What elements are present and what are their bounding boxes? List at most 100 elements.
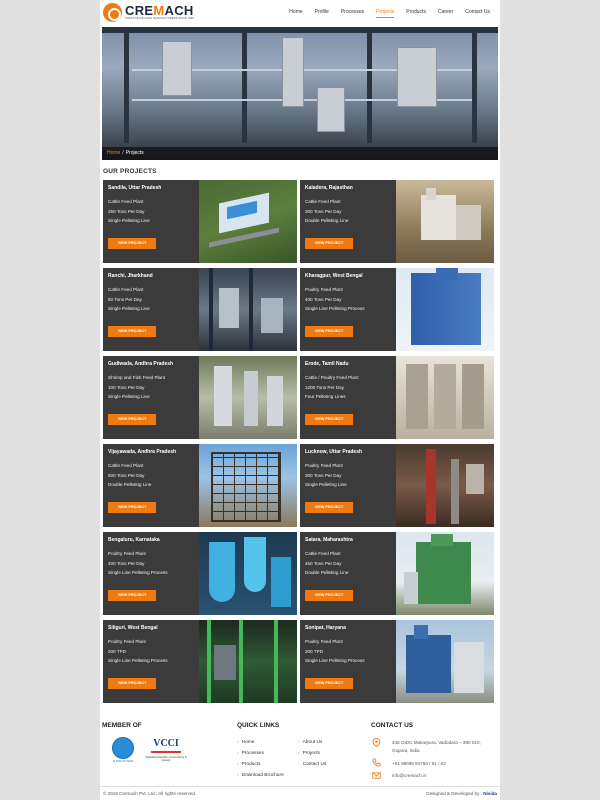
project-image: [199, 532, 297, 615]
hero-banner-image: Home / Projects: [102, 27, 498, 160]
view-project-button[interactable]: VIEW PROJECT: [305, 502, 353, 513]
project-card: Ranchi, Jharkhand Cattle Feed Plant 50 T…: [103, 268, 297, 351]
project-capacity: 1200 Tons Per Day: [305, 384, 344, 390]
project-type: Poultry Feed Plant: [108, 639, 146, 644]
view-project-button[interactable]: VIEW PROJECT: [108, 326, 156, 337]
member-of-title: MEMBER OF: [102, 722, 142, 729]
project-capacity: 400 Tons Per Day: [108, 560, 145, 566]
project-type: Cattle / Poultry Feed Plant: [305, 375, 359, 380]
clfma-logo[interactable]: [112, 737, 134, 759]
contact-address-line2: Gujarat, India: [392, 748, 420, 753]
section-title: OUR PROJECTS: [103, 168, 157, 175]
project-capacity: 100 Tons Per Day: [108, 384, 145, 390]
project-process: Single Pelleting Line: [108, 306, 150, 311]
project-capacity: 200 TPD: [108, 648, 127, 654]
project-type: Cattle Feed Plant: [108, 463, 144, 468]
project-type: Cattle Feed Plant: [108, 199, 144, 204]
copyright-bar: © 2018 Cremach Pvt. Ltd., All rights res…: [100, 786, 500, 800]
project-process: Single Pelleting Line: [108, 394, 150, 399]
vcci-logo[interactable]: VCCI: [151, 738, 181, 753]
project-type: Poultry Feed Plant: [305, 639, 343, 644]
project-location: Sonipat, Haryana: [305, 625, 346, 631]
project-process: Single Line Pelleting Process: [108, 570, 168, 575]
project-card: Satara, Maharashtra Cattle Feed Plant 45…: [300, 532, 494, 615]
project-capacity: 50 Tons Per Day: [108, 296, 142, 302]
brand-logo[interactable]: CREMACH CREATIVE MACHINE MANUFACTURERS S…: [103, 3, 194, 22]
project-image: [199, 356, 297, 439]
view-project-button[interactable]: VIEW PROJECT: [305, 326, 353, 337]
project-image: [396, 444, 494, 527]
project-image: [396, 180, 494, 263]
footer-link-download-brochure[interactable]: Download Brochure: [237, 773, 284, 778]
project-process: Single Pelleting Line: [108, 218, 150, 223]
project-card: Bengaluru, Karnataka Poultry Feed Plant …: [103, 532, 297, 615]
project-image: [396, 356, 494, 439]
project-location: Kharagpur, West Bengal: [305, 273, 363, 279]
phone-icon: [372, 758, 381, 767]
project-capacity: 300 Tons Per Day: [305, 472, 342, 478]
project-location: Ranchi, Jharkhand: [108, 273, 153, 279]
project-card: Kharagpur, West Bengal Poultry Feed Plan…: [300, 268, 494, 351]
nav-career[interactable]: Career: [438, 9, 453, 18]
project-location: Kaladera, Rajasthan: [305, 185, 353, 191]
page: CREMACH CREATIVE MACHINE MANUFACTURERS S…: [100, 0, 500, 800]
footer-link-processes[interactable]: Processes: [237, 751, 264, 756]
footer-link-projects[interactable]: Projects: [298, 751, 320, 756]
project-process: Double Pelleting Line: [305, 218, 349, 223]
vcci-caption: Vadodara Chamber of Commerce & Industry: [145, 756, 187, 763]
project-type: Poultry Feed Plant: [108, 551, 146, 556]
view-project-button[interactable]: VIEW PROJECT: [108, 678, 156, 689]
project-card: Vijayawada, Andhra Pradesh Cattle Feed P…: [103, 444, 297, 527]
contact-phone[interactable]: +91 99099 84760 / 61 / 63: [392, 761, 446, 766]
location-pin-icon: [372, 738, 381, 747]
view-project-button[interactable]: VIEW PROJECT: [305, 590, 353, 601]
nav-home[interactable]: Home: [289, 9, 302, 18]
project-type: Cattle Feed Plant: [305, 551, 341, 556]
project-process: Single Line Pelleting Process: [305, 306, 365, 311]
nav-projects[interactable]: Projects: [376, 9, 395, 18]
project-capacity: 450 Tons Per Day: [305, 560, 342, 566]
nav-products[interactable]: Products: [406, 9, 426, 18]
quick-links-title: QUICK LINKS: [237, 722, 280, 729]
project-location: Sandila, Uttar Pradesh: [108, 185, 162, 191]
footer-link-home[interactable]: Home: [237, 740, 255, 745]
project-image: [396, 532, 494, 615]
project-capacity: 200 TPD: [305, 648, 324, 654]
breadcrumb-home-link[interactable]: Home: [107, 150, 120, 156]
view-project-button[interactable]: VIEW PROJECT: [108, 590, 156, 601]
project-capacity: 400 Tons Per Day: [305, 296, 342, 302]
contact-email[interactable]: info@cremach.in: [392, 773, 427, 778]
brand-tagline: CREATIVE MACHINE MANUFACTURERS SINCE 199…: [125, 17, 194, 21]
project-type: Poultry Feed Plant: [305, 287, 343, 292]
clfma-caption: CLFMA OF INDIA: [112, 760, 134, 763]
footer-link-about-us[interactable]: About Us: [298, 740, 323, 745]
footer-link-products[interactable]: Products: [237, 762, 261, 767]
site-header: CREMACH CREATIVE MACHINE MANUFACTURERS S…: [100, 0, 500, 26]
project-capacity: 250 Tons Per Day: [108, 208, 145, 214]
project-capacity: 500 Tons Per Day: [108, 472, 145, 478]
project-image: [396, 620, 494, 703]
project-location: Lucknow, Uttar Pradesh: [305, 449, 363, 455]
main-nav: Home Profile Processes Projects Products…: [277, 9, 490, 18]
project-process: Single Line Pelleting Process: [108, 658, 168, 663]
view-project-button[interactable]: VIEW PROJECT: [108, 502, 156, 513]
project-process: Double Pelleting Line: [108, 482, 152, 487]
nav-contact-us[interactable]: Contact Us: [465, 9, 490, 18]
footer-link-contact-us[interactable]: Contact Us: [298, 762, 327, 767]
cremach-logo-icon: [103, 3, 122, 22]
view-project-button[interactable]: VIEW PROJECT: [305, 238, 353, 249]
project-type: Shrimp and Fish Feed Plant: [108, 375, 165, 380]
view-project-button[interactable]: VIEW PROJECT: [108, 414, 156, 425]
developer-link[interactable]: Nivida: [483, 791, 497, 796]
contact-address-line1: 446 GIDC Makarpura, Vadodara – 390 010,: [392, 740, 481, 745]
project-card: Lucknow, Uttar Pradesh Poultry Feed Plan…: [300, 444, 494, 527]
developer-credit: Designed & Developed by : Nivida: [426, 791, 497, 796]
view-project-button[interactable]: VIEW PROJECT: [305, 414, 353, 425]
view-project-button[interactable]: VIEW PROJECT: [305, 678, 353, 689]
project-type: Cattle Feed Plant: [305, 199, 341, 204]
nav-profile[interactable]: Profile: [315, 9, 329, 18]
view-project-button[interactable]: VIEW PROJECT: [108, 238, 156, 249]
nav-processes[interactable]: Processes: [341, 9, 364, 18]
brand-name: CREMACH: [125, 3, 194, 19]
project-card: Siliguri, West Bengal Poultry Feed Plant…: [103, 620, 297, 703]
